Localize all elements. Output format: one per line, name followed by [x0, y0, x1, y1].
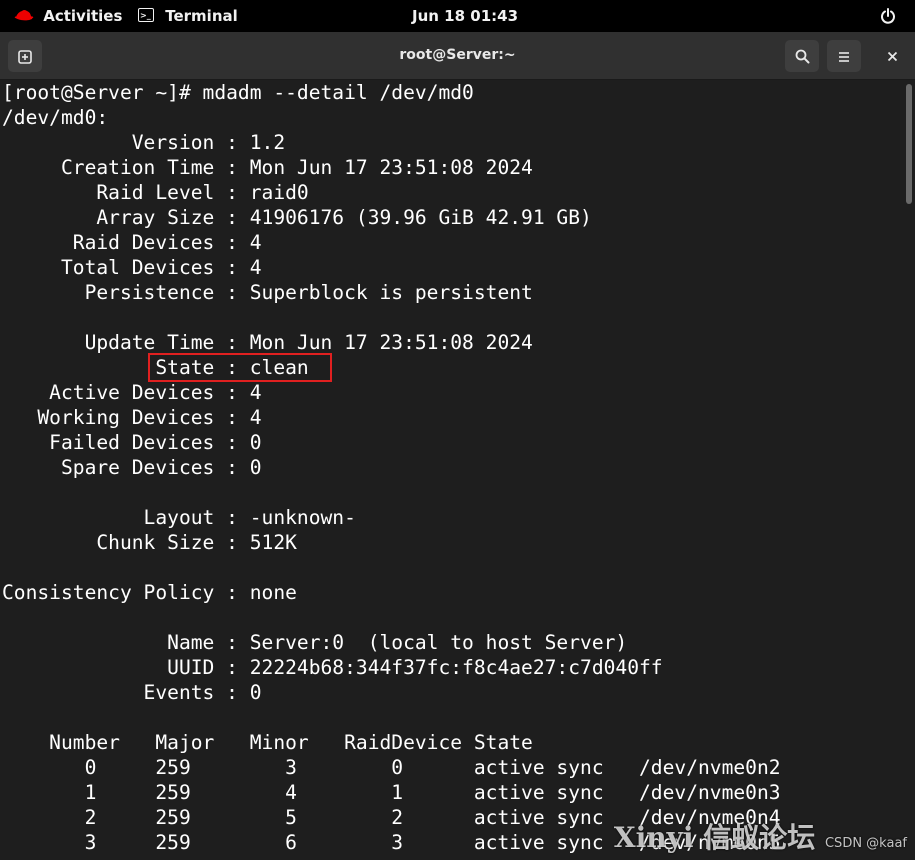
terminal-line: Number Major Minor RaidDevice State: [2, 731, 533, 754]
terminal-line: Name : Server:0 (local to host Server): [2, 631, 628, 654]
power-icon[interactable]: [880, 0, 896, 32]
terminal-line: Creation Time : Mon Jun 17 23:51:08 2024: [2, 156, 533, 179]
search-icon: [795, 49, 809, 64]
new-tab-icon: [18, 49, 32, 64]
hamburger-icon: [839, 51, 849, 62]
watermark: Xinyi 信蚁论坛 CSDN @kaaf: [614, 816, 907, 856]
app-menu-label: Terminal: [165, 7, 238, 25]
watermark-text: Xinyi 信蚁论坛: [613, 821, 816, 854]
terminal-line: Array Size : 41906176 (39.96 GiB 42.91 G…: [2, 206, 592, 229]
terminal-line: Chunk Size : 512K: [2, 531, 297, 554]
terminal-line: [root@Server ~]# mdadm --detail /dev/md0: [2, 81, 474, 104]
terminal-line: Update Time : Mon Jun 17 23:51:08 2024: [2, 331, 533, 354]
gnome-top-bar: Activities Terminal Jun 18 01:43: [0, 0, 915, 32]
terminal-line: 1 259 4 1 active sync /dev/nvme0n3: [2, 781, 781, 804]
app-menu-terminal[interactable]: Terminal: [138, 0, 238, 32]
clock[interactable]: Jun 18 01:43: [412, 0, 518, 32]
terminal-line: State : clean: [2, 356, 309, 379]
terminal-output[interactable]: [root@Server ~]# mdadm --detail /dev/md0…: [0, 80, 903, 860]
terminal-line: Failed Devices : 0: [2, 431, 262, 454]
terminal-scrollbar[interactable]: [904, 80, 915, 860]
terminal-line: Raid Devices : 4: [2, 231, 262, 254]
terminal-line: Active Devices : 4: [2, 381, 262, 404]
terminal-line: Version : 1.2: [2, 131, 286, 154]
close-button[interactable]: [875, 40, 909, 72]
clock-label: Jun 18 01:43: [412, 7, 519, 25]
terminal-line: Total Devices : 4: [2, 256, 262, 279]
terminal-line: Consistency Policy : none: [2, 581, 297, 604]
new-tab-button[interactable]: [8, 40, 42, 72]
terminal-line: Events : 0: [2, 681, 262, 704]
watermark-sub: CSDN @kaaf: [824, 836, 907, 851]
terminal-line: Spare Devices : 0: [2, 456, 262, 479]
redhat-logo-icon: [14, 1, 34, 33]
terminal-icon: [138, 0, 154, 32]
terminal-line: 0 259 3 0 active sync /dev/nvme0n2: [2, 756, 781, 779]
activities-label: Activities: [43, 7, 123, 25]
window-titlebar: root@Server:~: [0, 32, 915, 80]
search-button[interactable]: [785, 40, 819, 72]
terminal-line: Working Devices : 4: [2, 406, 262, 429]
menu-button[interactable]: [827, 40, 861, 72]
terminal-text: [root@Server ~]# mdadm --detail /dev/md0…: [0, 80, 903, 855]
terminal-line: Persistence : Superblock is persistent: [2, 281, 533, 304]
terminal-line: Raid Level : raid0: [2, 181, 309, 204]
terminal-line: UUID : 22224b68:344f37fc:f8c4ae27:c7d040…: [2, 656, 663, 679]
window-title: root@Server:~: [399, 47, 516, 63]
terminal-line: Layout : -unknown-: [2, 506, 356, 529]
scrollbar-thumb[interactable]: [906, 84, 912, 204]
terminal-line: /dev/md0:: [2, 106, 109, 129]
activities-button[interactable]: Activities: [14, 0, 122, 32]
close-icon: [887, 51, 897, 62]
